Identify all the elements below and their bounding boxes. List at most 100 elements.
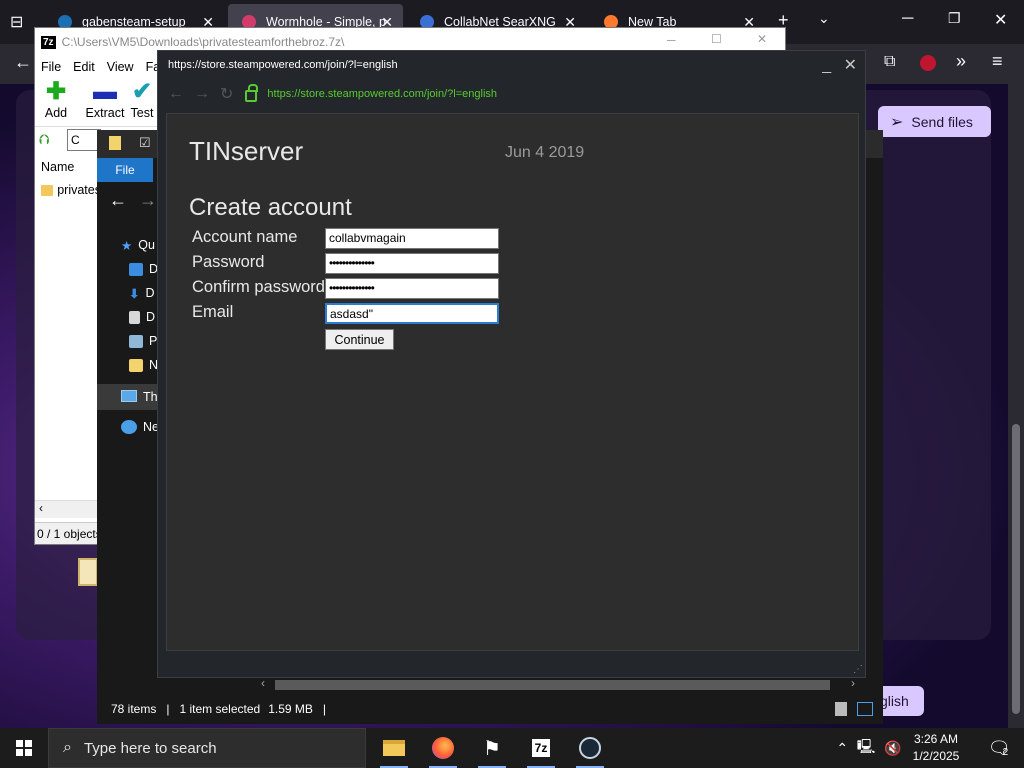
taskbar-steam[interactable] — [566, 728, 614, 768]
windows-taskbar: ⌕ Type here to search ⚑ 7z ⌃ 🖳 🔇 3:26 AM… — [0, 728, 1024, 768]
back-arrow-icon[interactable]: ← — [14, 52, 32, 73]
resize-grip-icon[interactable]: ⋰ — [853, 664, 863, 675]
network-icon[interactable]: 🖳 — [857, 736, 876, 760]
minimize-browser-icon[interactable]: ─ — [902, 10, 913, 28]
taskbar-clock[interactable]: 3:26 AM 1/2/2025 — [906, 731, 966, 765]
green-plus-icon: ✚ — [45, 78, 67, 105]
menu-view[interactable]: View — [107, 60, 134, 74]
scroll-right-icon[interactable]: › — [851, 676, 855, 690]
email-field[interactable]: asdasd" — [325, 303, 499, 324]
steam-url-bar: ← → ↻ https://store.steampowered.com/joi… — [158, 79, 865, 109]
steam-minimize-icon[interactable]: _ — [822, 57, 831, 74]
nav-pictures[interactable]: P — [129, 330, 157, 352]
send-arrow-icon: ➢ — [890, 113, 904, 131]
nav-network[interactable]: Ne — [121, 420, 159, 434]
nav-desktop[interactable]: D — [129, 258, 158, 280]
continue-button[interactable]: Continue — [325, 329, 394, 350]
confirm-password-field[interactable]: •••••••••••••• — [325, 278, 499, 299]
close-browser-icon[interactable]: ✕ — [994, 10, 1007, 30]
app-menu-icon[interactable]: ≡ — [992, 51, 1003, 72]
account-name-field[interactable]: collabvmagain — [325, 228, 499, 249]
notification-center-button[interactable]: 🗨 2 — [978, 728, 1018, 768]
nav-folder[interactable]: N — [129, 354, 158, 376]
blue-minus-icon: ▬ — [93, 78, 117, 105]
list-tabs-chevron-icon[interactable]: ⌄ — [818, 10, 830, 27]
explorer-horizontal-scrollbar[interactable]: ‹ › — [257, 676, 867, 692]
file-thumbnail-icon — [78, 558, 98, 586]
clock-date: 1/2/2025 — [912, 749, 960, 763]
restore-browser-icon[interactable]: ❐ — [948, 10, 961, 27]
steam-window-titlebar[interactable]: https://store.steampowered.com/join/?l=e… — [158, 51, 865, 79]
language-label: glish — [880, 693, 909, 709]
address-field[interactable]: C — [67, 129, 101, 151]
nav-downloads[interactable]: ⬇ D — [129, 282, 155, 304]
folder-icon — [129, 358, 143, 372]
details-view-icon[interactable] — [835, 702, 847, 716]
reload-icon[interactable]: ↻ — [220, 84, 233, 104]
sevenzip-horizontal-scrollbar[interactable]: ‹ — [35, 500, 99, 518]
file-explorer-icon — [383, 740, 405, 756]
page-scrollbar-thumb[interactable] — [1012, 424, 1020, 714]
steam-signup-window: https://store.steampowered.com/join/?l=e… — [157, 50, 866, 678]
steam-url-text[interactable]: https://store.steampowered.com/join/?l=e… — [267, 88, 497, 100]
taskbar-file-explorer[interactable] — [370, 728, 418, 768]
selection-count: 1 item selected — [179, 702, 261, 716]
this-pc-icon — [121, 390, 137, 402]
taskbar-windows-app[interactable]: ⚑ — [468, 728, 516, 768]
extensions-puzzle-icon[interactable]: ⧉ — [884, 53, 895, 71]
forward-arrow-icon[interactable]: → — [194, 85, 210, 103]
properties-check-icon[interactable]: ☑ — [139, 135, 151, 151]
menu-file[interactable]: File — [41, 60, 61, 74]
taskbar-7zip[interactable]: 7z — [517, 728, 565, 768]
explorer-navigation-pane: ★ Qu D ⬇ D D P N — [97, 226, 158, 686]
menu-edit[interactable]: Edit — [73, 60, 95, 74]
back-arrow-icon[interactable]: ← — [109, 190, 127, 211]
explorer-file-tab[interactable]: File — [97, 158, 153, 182]
nav-documents[interactable]: D — [129, 306, 155, 328]
add-button[interactable]: ✚ Add — [31, 78, 81, 120]
extract-button[interactable]: ▬ Extract — [75, 78, 135, 120]
tab-overview-icon[interactable]: ⊟ — [10, 12, 23, 32]
start-button[interactable] — [0, 728, 48, 768]
sevenzip-maximize-icon[interactable]: ☐ — [711, 32, 722, 46]
send-files-button[interactable]: ➢ Send files — [878, 106, 991, 137]
taskbar-firefox[interactable] — [419, 728, 467, 768]
taskbar-search-box[interactable]: ⌕ Type here to search — [48, 728, 366, 768]
nav-label: D — [146, 310, 156, 324]
archive-list-item[interactable]: privates — [41, 180, 101, 200]
large-icons-view-icon[interactable] — [857, 702, 873, 716]
page-scrollbar[interactable] — [1008, 84, 1024, 730]
explorer-scrollbar-thumb[interactable] — [275, 680, 830, 690]
search-placeholder: Type here to search — [83, 739, 217, 757]
scroll-left-icon[interactable]: ‹ — [261, 676, 265, 690]
sevenzip-icon: 7z — [531, 739, 551, 757]
volume-muted-icon[interactable]: 🔇 — [884, 740, 901, 757]
column-header-name[interactable]: Name — [35, 156, 99, 180]
password-field[interactable]: •••••••••••••• — [325, 253, 499, 274]
forward-arrow-icon[interactable]: → — [139, 190, 157, 211]
steam-close-icon[interactable]: ✕ — [844, 57, 857, 74]
sevenzip-minimize-icon[interactable]: ─ — [667, 33, 676, 47]
nav-this-pc[interactable]: Th — [97, 384, 158, 410]
sevenzip-status-bar: 0 / 1 objects — [35, 522, 99, 544]
name-column-label: Name — [41, 160, 75, 174]
overflow-chevrons-icon[interactable]: » — [956, 51, 966, 72]
folder-icon — [41, 184, 54, 196]
status-divider: | — [166, 702, 170, 716]
test-button[interactable]: ✔ Test — [127, 78, 157, 120]
lock-icon — [245, 84, 259, 102]
show-hidden-icons-chevron-icon[interactable]: ⌃ — [836, 740, 848, 757]
scroll-left-icon[interactable]: ‹ — [39, 501, 43, 515]
ublock-icon[interactable] — [920, 55, 936, 71]
test-label: Test — [130, 106, 154, 120]
sevenzip-close-icon[interactable]: ✕ — [757, 32, 767, 46]
back-arrow-icon[interactable]: ← — [168, 85, 184, 103]
firefox-icon — [432, 737, 454, 759]
desktop-icon — [129, 262, 143, 276]
nav-quick-access[interactable]: ★ Qu — [121, 234, 155, 256]
steam-window-title: https://store.steampowered.com/join/?l=e… — [168, 59, 398, 71]
clock-time: 3:26 AM — [913, 732, 959, 746]
folder-up-icon[interactable]: ⮉ — [39, 131, 50, 148]
windows-logo-icon — [16, 740, 32, 756]
sevenzip-status-text: 0 / 1 objects — [37, 527, 99, 541]
